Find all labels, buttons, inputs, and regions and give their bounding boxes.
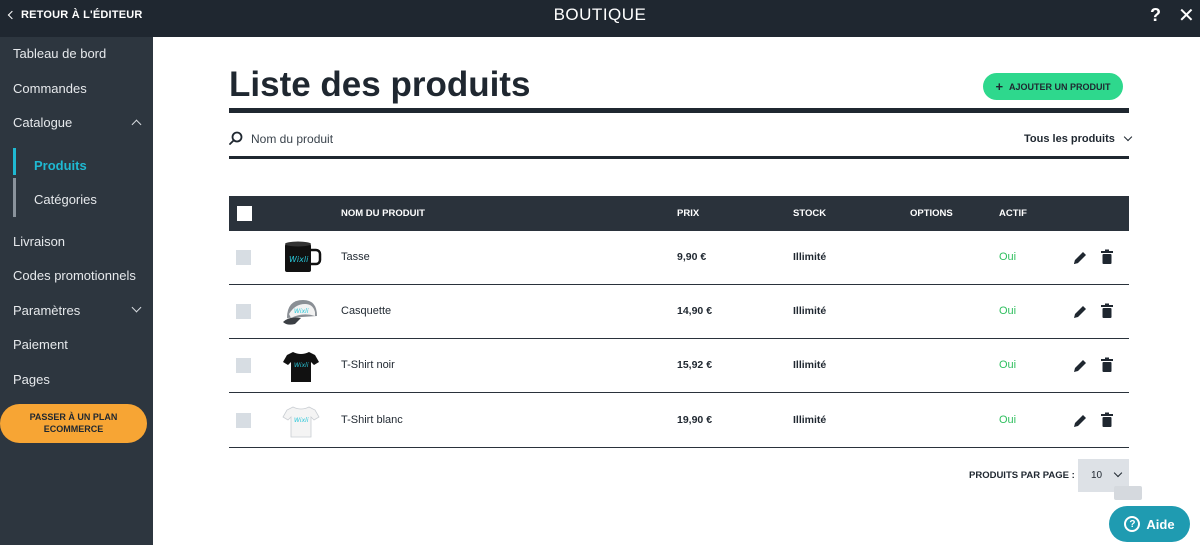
sidebar-item-pages[interactable]: Pages bbox=[13, 372, 50, 387]
products-per-page-value: 10 bbox=[1091, 470, 1103, 481]
pencil-icon[interactable] bbox=[1072, 304, 1088, 320]
add-product-button[interactable]: + AJOUTER UN PRODUIT bbox=[983, 73, 1123, 100]
plus-icon: + bbox=[995, 79, 1004, 94]
product-name[interactable]: T-Shirt blanc bbox=[341, 414, 403, 426]
sidebar-item-codes-promotionnels[interactable]: Codes promotionnels bbox=[13, 268, 136, 283]
trash-icon[interactable] bbox=[1100, 249, 1114, 265]
product-active-status: Oui bbox=[999, 414, 1017, 426]
product-active-status: Oui bbox=[999, 251, 1017, 263]
sidebar-item-livraison[interactable]: Livraison bbox=[13, 234, 65, 249]
table-row[interactable]: Wixli Casquette 14,90 € Illimité Oui bbox=[229, 285, 1129, 339]
product-stock: Illimité bbox=[793, 251, 827, 263]
svg-text:Wixli: Wixli bbox=[289, 255, 309, 264]
sidebar-item-commandes[interactable]: Commandes bbox=[13, 81, 87, 96]
column-header-active: ACTIF bbox=[999, 208, 1027, 219]
svg-text:Wixli: Wixli bbox=[294, 362, 309, 369]
title-divider bbox=[229, 108, 1129, 113]
table-row[interactable]: Wixli T-Shirt blanc 19,90 € Illimité Oui bbox=[229, 394, 1129, 448]
tooltip-badge bbox=[1114, 486, 1142, 500]
product-price: 15,92 € bbox=[677, 359, 713, 371]
sidebar-subitem-categories[interactable]: Catégories bbox=[34, 192, 97, 207]
chevron-left-icon bbox=[7, 10, 17, 20]
trash-icon[interactable] bbox=[1100, 357, 1114, 373]
mug-thumbnail: Wixli bbox=[285, 241, 322, 272]
row-checkbox[interactable] bbox=[236, 250, 251, 265]
select-all-checkbox[interactable] bbox=[237, 206, 252, 221]
product-active-status: Oui bbox=[999, 359, 1017, 371]
product-stock: Illimité bbox=[793, 414, 827, 426]
page-title: Liste des produits bbox=[229, 65, 531, 104]
upgrade-label-line1: PASSER À UN PLAN bbox=[29, 412, 118, 422]
cap-thumbnail: Wixli bbox=[283, 300, 317, 325]
trash-icon[interactable] bbox=[1100, 412, 1114, 428]
products-per-page-label: PRODUITS PAR PAGE : bbox=[969, 470, 1075, 481]
sidebar-item-tableau-de-bord[interactable]: Tableau de bord bbox=[13, 46, 106, 61]
row-checkbox[interactable] bbox=[236, 304, 251, 319]
product-name[interactable]: T-Shirt noir bbox=[341, 359, 395, 371]
search-icon bbox=[229, 131, 243, 145]
svg-text:Wixli: Wixli bbox=[294, 417, 309, 424]
top-bar: RETOUR À L'ÉDITEUR BOUTIQUE ? ✕ bbox=[0, 0, 1200, 37]
sidebar-item-catalogue[interactable]: Catalogue bbox=[13, 115, 72, 130]
row-checkbox[interactable] bbox=[236, 413, 251, 428]
add-product-label: AJOUTER UN PRODUIT bbox=[1009, 81, 1111, 92]
sidebar-item-paiement[interactable]: Paiement bbox=[13, 337, 68, 352]
question-circle-icon: ? bbox=[1124, 516, 1141, 532]
svg-text:Wixli: Wixli bbox=[294, 308, 309, 315]
upgrade-plan-button[interactable]: PASSER À UN PLAN ECOMMERCE bbox=[0, 404, 147, 443]
row-checkbox[interactable] bbox=[236, 358, 251, 373]
chevron-up-icon[interactable] bbox=[131, 119, 142, 130]
column-header-name: NOM DU PRODUIT bbox=[341, 208, 425, 219]
product-filter-value: Tous les produits bbox=[1024, 133, 1115, 145]
help-widget-label: Aide bbox=[1146, 516, 1175, 532]
chevron-down-icon[interactable] bbox=[131, 302, 142, 313]
help-icon[interactable]: ? bbox=[1150, 5, 1161, 26]
product-price: 9,90 € bbox=[677, 251, 707, 263]
tshirt-white-thumbnail: Wixli bbox=[282, 406, 320, 438]
product-stock: Illimité bbox=[793, 305, 827, 317]
column-header-stock: STOCK bbox=[793, 208, 827, 219]
submenu-line bbox=[13, 178, 16, 217]
product-filter-select[interactable]: Tous les produits bbox=[1024, 129, 1133, 149]
close-icon[interactable]: ✕ bbox=[1178, 3, 1195, 28]
column-header-options: OPTIONS bbox=[910, 208, 953, 219]
product-price: 14,90 € bbox=[677, 305, 713, 317]
pencil-icon[interactable] bbox=[1072, 358, 1088, 374]
app-title: BOUTIQUE bbox=[553, 5, 647, 24]
chevron-down-icon bbox=[1113, 468, 1123, 478]
table-row[interactable]: Wixli Tasse 9,90 € Illimité Oui bbox=[229, 231, 1129, 285]
table-row[interactable]: Wixli T-Shirt noir 15,92 € Illimité Oui bbox=[229, 339, 1129, 393]
table-header: NOM DU PRODUIT PRIX STOCK OPTIONS ACTIF bbox=[229, 196, 1129, 231]
sidebar-item-parametres[interactable]: Paramètres bbox=[13, 303, 80, 318]
column-header-price: PRIX bbox=[677, 208, 700, 219]
product-name[interactable]: Casquette bbox=[341, 305, 391, 317]
tshirt-black-thumbnail: Wixli bbox=[283, 352, 319, 382]
chevron-down-icon bbox=[1123, 132, 1133, 142]
product-price: 19,90 € bbox=[677, 414, 713, 426]
trash-icon[interactable] bbox=[1100, 303, 1114, 319]
search-divider bbox=[229, 156, 1129, 159]
pencil-icon[interactable] bbox=[1072, 413, 1088, 429]
active-indicator bbox=[13, 148, 16, 175]
sidebar-subitem-produits[interactable]: Produits bbox=[34, 158, 87, 173]
product-search-input[interactable] bbox=[247, 128, 547, 150]
help-widget-button[interactable]: ? Aide bbox=[1109, 506, 1190, 542]
pencil-icon[interactable] bbox=[1072, 250, 1088, 266]
sidebar: Tableau de bord Commandes Catalogue Prod… bbox=[0, 37, 153, 545]
back-to-editor-link[interactable]: RETOUR À L'ÉDITEUR bbox=[7, 0, 143, 30]
back-to-editor-label: RETOUR À L'ÉDITEUR bbox=[21, 9, 143, 21]
product-name[interactable]: Tasse bbox=[341, 251, 370, 263]
upgrade-label-line2: ECOMMERCE bbox=[43, 424, 104, 434]
product-stock: Illimité bbox=[793, 359, 827, 371]
product-active-status: Oui bbox=[999, 305, 1017, 317]
